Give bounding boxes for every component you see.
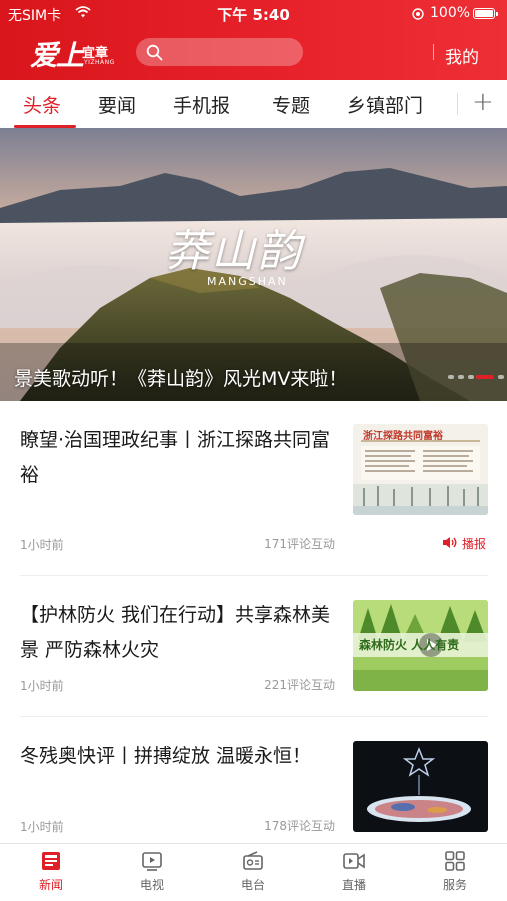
tab-topics[interactable]: 专题: [272, 91, 310, 118]
hero-banner[interactable]: 莽山韵 MANGSHAN 景美歌动听！《莽山韵》风光MV来啦！: [0, 128, 507, 401]
thumbnail-image: [353, 741, 488, 832]
nav-services-label: 服务: [442, 878, 467, 892]
carousel-dot[interactable]: [448, 375, 454, 379]
comment-count: 221评论互动: [264, 678, 335, 692]
carousel-dot[interactable]: [498, 375, 504, 379]
news-thumbnail[interactable]: 森林防火 人人有责: [353, 600, 488, 691]
search-bar[interactable]: [136, 38, 303, 66]
app-logo[interactable]: 爱上 宜章 YIZHANG: [30, 34, 120, 72]
news-thumbnail[interactable]: [353, 741, 488, 832]
news-thumbnail[interactable]: 浙江探路共同富裕: [353, 424, 488, 515]
news-item[interactable]: 瞭望·治国理政纪事丨浙江探路共同富裕 浙江探路共同富裕 1小时前 171评论互动…: [0, 401, 507, 576]
comment-count: 171评论互动: [264, 537, 335, 551]
tab-town-departments[interactable]: 乡镇部门: [347, 91, 423, 118]
carousel-indicator: [448, 375, 507, 380]
nav-radio[interactable]: 电台: [223, 850, 283, 893]
nav-services[interactable]: 服务: [425, 850, 485, 893]
nav-radio-label: 电台: [240, 878, 265, 892]
nav-news-label: 新闻: [38, 878, 63, 892]
carousel-dot[interactable]: [458, 375, 464, 379]
thumbnail-caption: 浙江探路共同富裕: [363, 431, 443, 442]
news-item[interactable]: 【护林防火 我们在行动】共享森林美景 严防森林火灾 森林防火 人人有责 1小时前…: [0, 576, 507, 717]
thumbnail-caption: 森林防火 人人有责: [359, 638, 460, 652]
nav-live-label: 直播: [341, 878, 366, 892]
category-tabs: 头条 要闻 手机报 专题 乡镇部门 +: [0, 80, 507, 129]
bottom-navigation: 新闻 电视 电台 直播 服务: [0, 843, 507, 901]
grid-icon: [445, 851, 465, 871]
search-icon: [146, 44, 163, 61]
nav-news[interactable]: 新闻: [21, 850, 81, 893]
nav-live[interactable]: 直播: [324, 850, 384, 893]
hero-caption[interactable]: 景美歌动听！《莽山韵》风光MV来啦！: [14, 364, 347, 391]
plus-icon[interactable]: +: [472, 87, 494, 117]
tab-headlines[interactable]: 头条: [23, 91, 61, 118]
logo-latin-text: YIZHANG: [84, 59, 115, 66]
comment-count: 178评论互动: [264, 819, 335, 833]
news-time: 1小时前: [20, 820, 64, 834]
battery-percent: 100%: [430, 5, 471, 21]
hero-art-title: 莽山韵: [165, 226, 303, 277]
news-time: 1小时前: [20, 679, 64, 693]
news-title[interactable]: 冬残奥快评丨拼搏绽放 温暖永恒！: [20, 739, 342, 774]
app-header: 无SIM卡 下午 5:40 100% 爱上 宜章 YIZHANG 我的: [0, 0, 507, 80]
carousel-dot[interactable]: [468, 375, 474, 379]
tab-important-news[interactable]: 要闻: [98, 91, 136, 118]
mine-button[interactable]: 我的: [445, 43, 479, 68]
live-icon: [343, 853, 365, 869]
tab-mobile-paper[interactable]: 手机报: [173, 91, 230, 118]
status-bar: 无SIM卡 下午 5:40 100%: [0, 0, 507, 28]
battery-icon: [473, 8, 498, 19]
news-title[interactable]: 【护林防火 我们在行动】共享森林美景 严防森林火灾: [20, 598, 342, 668]
news-item[interactable]: 冬残奥快评丨拼搏绽放 温暖永恒！ 1小时前 178评论互动: [0, 717, 507, 843]
news-time: 1小时前: [20, 538, 64, 552]
speaker-icon[interactable]: [442, 536, 457, 549]
news-icon: [42, 852, 60, 870]
tabs-divider: [457, 93, 458, 115]
carousel-dot-active[interactable]: [476, 375, 494, 379]
broadcast-button[interactable]: 播报: [462, 535, 486, 552]
hero-art-latin: MANGSHAN: [207, 275, 288, 288]
tv-icon: [142, 852, 162, 871]
nav-tv[interactable]: 电视: [122, 850, 182, 893]
nav-tv-label: 电视: [139, 878, 164, 892]
search-input[interactable]: [170, 42, 299, 64]
orientation-lock-icon: [412, 8, 424, 20]
news-title[interactable]: 瞭望·治国理政纪事丨浙江探路共同富裕: [20, 423, 342, 493]
header-divider: [433, 44, 434, 60]
radio-icon: [243, 851, 263, 870]
logo-main-text: 爱上: [30, 39, 84, 72]
